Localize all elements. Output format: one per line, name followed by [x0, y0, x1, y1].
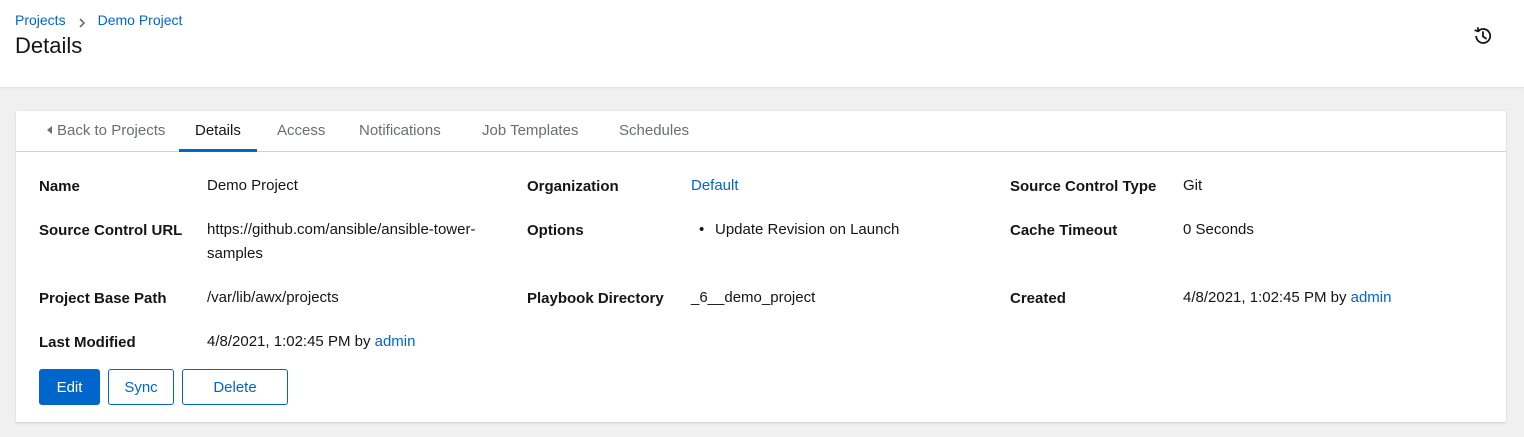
source-control-url-line1: https://github.com/ansible/ansible-tower… [207, 221, 476, 238]
name-label: Name [39, 178, 80, 195]
last-modified-label: Last Modified [39, 334, 136, 351]
tab-details-label: Details [195, 122, 241, 139]
options-label: Options [527, 222, 584, 239]
project-details-card: Back to Projects Details Access Notifica… [16, 111, 1506, 422]
tab-details[interactable]: Details [179, 111, 257, 152]
created-value: 4/8/2021, 1:02:45 PM by admin [1183, 286, 1391, 310]
last-modified-by-user-link[interactable]: admin [375, 333, 416, 350]
options-value: Update Revision on Launch [691, 218, 899, 242]
list-item: Update Revision on Launch [691, 218, 899, 242]
last-modified-timestamp: 4/8/2021, 1:02:45 PM by [207, 333, 375, 350]
tab-job-templates[interactable]: Job Templates [466, 111, 594, 151]
tab-access[interactable]: Access [261, 111, 341, 151]
breadcrumb-projects-link[interactable]: Projects [15, 12, 66, 28]
created-timestamp: 4/8/2021, 1:02:45 PM by [1183, 289, 1351, 306]
chevron-right-icon [78, 15, 86, 28]
source-control-type-label: Source Control Type [1010, 178, 1157, 195]
tab-notifications-label: Notifications [359, 122, 441, 139]
cache-timeout-label: Cache Timeout [1010, 222, 1118, 239]
source-control-url-value: https://github.com/ansible/ansible-tower… [207, 218, 475, 266]
source-control-url-label: Source Control URL [39, 222, 183, 239]
history-icon[interactable] [1472, 25, 1494, 47]
created-label: Created [1010, 290, 1066, 307]
tab-access-label: Access [277, 122, 326, 139]
edit-button[interactable]: Edit [39, 369, 100, 405]
project-base-path-value: /var/lib/awx/projects [207, 289, 339, 306]
tab-back-to-projects-label: Back to Projects [57, 122, 166, 139]
organization-value: Default [691, 174, 739, 198]
delete-button[interactable]: Delete [182, 369, 288, 405]
cache-timeout-value: 0 Seconds [1183, 221, 1254, 238]
page-header: Projects Demo Project Details [0, 0, 1524, 87]
tab-schedules-label: Schedules [619, 122, 690, 139]
tab-back-to-projects[interactable]: Back to Projects [31, 111, 181, 151]
sync-button[interactable]: Sync [108, 369, 174, 405]
organization-link[interactable]: Default [691, 177, 739, 194]
caret-left-icon [47, 126, 52, 134]
source-control-url-line2: samples [207, 245, 263, 262]
playbook-directory-value: _6__demo_project [691, 289, 816, 306]
created-by-user-link[interactable]: admin [1351, 289, 1392, 306]
page-title: Details [15, 33, 83, 58]
options-list: Update Revision on Launch [691, 218, 899, 242]
source-control-type-value: Git [1183, 177, 1203, 194]
playbook-directory-label: Playbook Directory [527, 290, 664, 307]
breadcrumb: Projects Demo Project [15, 12, 182, 28]
tab-schedules[interactable]: Schedules [603, 111, 705, 151]
last-modified-value: 4/8/2021, 1:02:45 PM by admin [207, 330, 415, 354]
tab-notifications[interactable]: Notifications [343, 111, 457, 151]
breadcrumb-demo-project-link[interactable]: Demo Project [98, 12, 183, 28]
project-base-path-label: Project Base Path [39, 290, 167, 307]
organization-label: Organization [527, 178, 619, 195]
name-value: Demo Project [207, 177, 298, 194]
tab-job-templates-label: Job Templates [482, 122, 579, 139]
tab-bar: Back to Projects Details Access Notifica… [16, 111, 1506, 152]
